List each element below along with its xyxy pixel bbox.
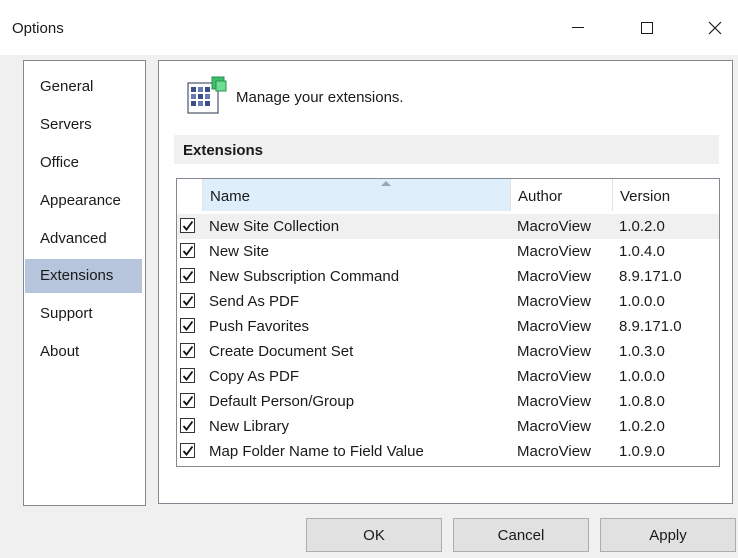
- extension-name: Map Folder Name to Field Value: [209, 443, 424, 460]
- table-row[interactable]: New Site MacroView 1.0.4.0: [177, 239, 719, 264]
- window-title: Options: [12, 20, 64, 37]
- column-header-author[interactable]: Author: [511, 179, 611, 211]
- extension-author: MacroView: [517, 368, 591, 385]
- column-header-version[interactable]: Version: [613, 179, 719, 211]
- sidebar-item-servers[interactable]: Servers: [25, 108, 142, 142]
- column-header-name[interactable]: Name: [203, 179, 510, 211]
- checkmark-icon: [182, 395, 194, 406]
- table-row[interactable]: Create Document Set MacroView 1.0.3.0: [177, 339, 719, 364]
- table-row[interactable]: Map Folder Name to Field Value MacroView…: [177, 439, 719, 464]
- extension-author: MacroView: [517, 218, 591, 235]
- table-row[interactable]: Push Favorites MacroView 8.9.171.0: [177, 314, 719, 339]
- extension-version: 8.9.171.0: [619, 268, 682, 285]
- extension-author: MacroView: [517, 343, 591, 360]
- sidebar-item-support[interactable]: Support: [25, 297, 142, 331]
- checkmark-icon: [182, 245, 194, 256]
- extensions-grid-icon: [187, 76, 227, 114]
- row-checkbox[interactable]: [180, 343, 195, 358]
- sidebar-item-office[interactable]: Office: [25, 146, 142, 180]
- row-checkbox[interactable]: [180, 318, 195, 333]
- extension-author: MacroView: [517, 243, 591, 260]
- header-text: Manage your extensions.: [236, 89, 404, 106]
- extension-author: MacroView: [517, 393, 591, 410]
- checkmark-icon: [182, 220, 194, 231]
- extension-version: 1.0.9.0: [619, 443, 665, 460]
- extension-name: New Site Collection: [209, 218, 340, 235]
- minimize-icon: [572, 27, 584, 28]
- extension-version: 1.0.0.0: [619, 293, 665, 310]
- table-row[interactable]: Default Person/Group MacroView 1.0.8.0: [177, 389, 719, 414]
- row-checkbox[interactable]: [180, 293, 195, 308]
- sidebar-item-about[interactable]: About: [25, 335, 142, 369]
- row-checkbox[interactable]: [180, 243, 195, 258]
- close-icon: [708, 21, 722, 35]
- extension-name: New Library: [209, 418, 290, 435]
- ok-button[interactable]: OK: [306, 518, 442, 552]
- row-checkbox[interactable]: [180, 268, 195, 283]
- sidebar-item-appearance[interactable]: Appearance: [25, 184, 142, 218]
- extension-author: MacroView: [517, 293, 591, 310]
- table-row[interactable]: New Subscription Command MacroView 8.9.1…: [177, 264, 719, 289]
- extension-author: MacroView: [517, 418, 591, 435]
- table-row[interactable]: New Library MacroView 1.0.2.0: [177, 414, 719, 439]
- extension-version: 1.0.2.0: [619, 418, 665, 435]
- minimize-button[interactable]: [555, 8, 601, 48]
- column-header-name-label: Name: [210, 188, 251, 205]
- column-header-author-label: Author: [518, 188, 563, 205]
- cancel-button[interactable]: Cancel: [453, 518, 589, 552]
- extension-name: Create Document Set: [209, 343, 354, 360]
- sidebar-item-advanced[interactable]: Advanced: [25, 222, 142, 256]
- apply-button[interactable]: Apply: [600, 518, 736, 552]
- extension-name: Push Favorites: [209, 318, 310, 335]
- table-row[interactable]: Copy As PDF MacroView 1.0.0.0: [177, 364, 719, 389]
- maximize-icon: [641, 22, 653, 34]
- sidebar-item-general[interactable]: General: [25, 70, 142, 104]
- checkmark-icon: [182, 370, 194, 381]
- column-header-version-label: Version: [620, 188, 671, 205]
- extension-author: MacroView: [517, 443, 591, 460]
- sort-ascending-icon: [381, 181, 391, 186]
- checkmark-icon: [182, 345, 194, 356]
- extension-name: New Subscription Command: [209, 268, 400, 285]
- row-checkbox[interactable]: [180, 443, 195, 458]
- extension-name: New Site: [209, 243, 270, 260]
- checkbox-column-header[interactable]: [177, 179, 202, 211]
- extension-author: MacroView: [517, 268, 591, 285]
- table-row[interactable]: New Site Collection MacroView 1.0.2.0: [177, 214, 719, 239]
- extension-version: 1.0.4.0: [619, 243, 665, 260]
- maximize-button[interactable]: [624, 8, 670, 48]
- row-checkbox[interactable]: [180, 218, 195, 233]
- close-button[interactable]: [692, 8, 738, 48]
- options-sidebar: General Servers Office Appearance Advanc…: [23, 60, 146, 506]
- extension-version: 1.0.2.0: [619, 218, 665, 235]
- checkmark-icon: [182, 445, 194, 456]
- extensions-grid[interactable]: Name Author Version New Site Collection …: [176, 178, 720, 467]
- extension-name: Send As PDF: [209, 293, 300, 310]
- extension-version: 1.0.3.0: [619, 343, 665, 360]
- table-row[interactable]: Send As PDF MacroView 1.0.0.0: [177, 289, 719, 314]
- row-checkbox[interactable]: [180, 418, 195, 433]
- extension-author: MacroView: [517, 318, 591, 335]
- title-bar: Options: [0, 0, 738, 55]
- section-header: Extensions: [174, 135, 719, 164]
- extension-version: 1.0.0.0: [619, 368, 665, 385]
- extension-name: Default Person/Group: [209, 393, 355, 410]
- section-title: Extensions: [183, 142, 264, 159]
- extension-version: 1.0.8.0: [619, 393, 665, 410]
- row-checkbox[interactable]: [180, 393, 195, 408]
- checkmark-icon: [182, 420, 194, 431]
- row-checkbox[interactable]: [180, 368, 195, 383]
- extension-name: Copy As PDF: [209, 368, 300, 385]
- checkmark-icon: [182, 295, 194, 306]
- checkmark-icon: [182, 270, 194, 281]
- checkmark-icon: [182, 320, 194, 331]
- extension-version: 8.9.171.0: [619, 318, 682, 335]
- sidebar-item-extensions[interactable]: Extensions: [25, 259, 142, 293]
